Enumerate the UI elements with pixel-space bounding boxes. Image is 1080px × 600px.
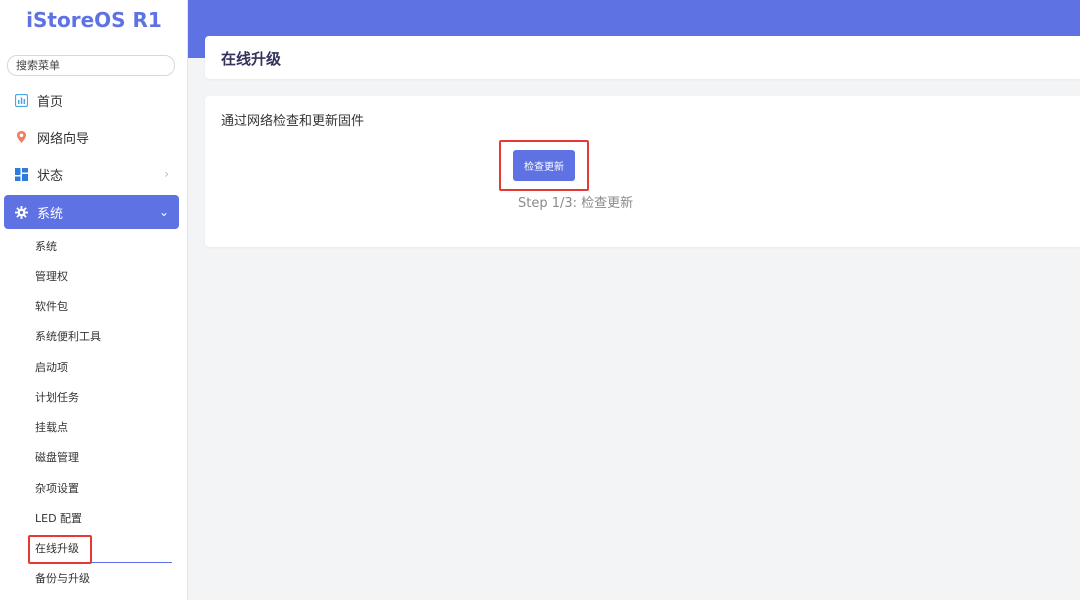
submenu-item-disk[interactable]: 磁盘管理 <box>35 449 79 467</box>
grid-icon <box>14 167 28 181</box>
sidebar-item-status[interactable]: 状态 › <box>4 157 179 191</box>
sidebar-item-wizard[interactable]: 网络向导 <box>4 120 179 154</box>
sidebar-item-label: 首页 <box>37 94 64 110</box>
sidebar-item-system[interactable]: 系统 ⌄ <box>4 195 179 229</box>
submenu-item-led[interactable]: LED 配置 <box>35 510 82 528</box>
sidebar: iStoreOS R1 首页 网络向导 <box>0 0 188 600</box>
search-input[interactable] <box>7 55 175 76</box>
sidebar-item-label: 系统 <box>37 206 64 222</box>
submenu-item-misc[interactable]: 杂项设置 <box>35 480 79 498</box>
chevron-down-icon: ⌄ <box>158 205 169 219</box>
gear-icon <box>14 205 28 219</box>
sidebar-item-label: 状态 <box>37 168 64 184</box>
content-card: 通过网络检查和更新固件 检查更新 Step 1/3: 检查更新 <box>205 96 1080 247</box>
submenu-item-packages[interactable]: 软件包 <box>35 298 68 316</box>
location-pin-icon <box>14 130 28 144</box>
page-description: 通过网络检查和更新固件 <box>221 114 365 129</box>
step-indicator: Step 1/3: 检查更新 <box>518 196 634 211</box>
sidebar-item-label: 网络向导 <box>37 131 90 147</box>
submenu-item-system[interactable]: 系统 <box>35 238 57 256</box>
brand-logo: iStoreOS R1 <box>26 8 162 32</box>
dashboard-icon <box>14 93 28 107</box>
submenu-item-backup[interactable]: 备份与升级 <box>35 570 90 588</box>
submenu-item-cron[interactable]: 计划任务 <box>35 389 79 407</box>
submenu-item-startup[interactable]: 启动项 <box>35 359 68 377</box>
sidebar-item-home[interactable]: 首页 <box>4 83 179 117</box>
check-update-button[interactable]: 检查更新 <box>513 150 575 181</box>
chevron-right-icon: › <box>164 167 169 181</box>
submenu-item-mounts[interactable]: 挂载点 <box>35 419 68 437</box>
submenu-item-tools[interactable]: 系统便利工具 <box>35 328 101 346</box>
title-card: 在线升级 <box>205 36 1080 79</box>
submenu-item-admin[interactable]: 管理权 <box>35 268 68 286</box>
submenu-item-online-upgrade[interactable]: 在线升级 <box>35 540 79 558</box>
active-submenu-underline <box>30 562 172 563</box>
page-title: 在线升级 <box>221 50 282 68</box>
